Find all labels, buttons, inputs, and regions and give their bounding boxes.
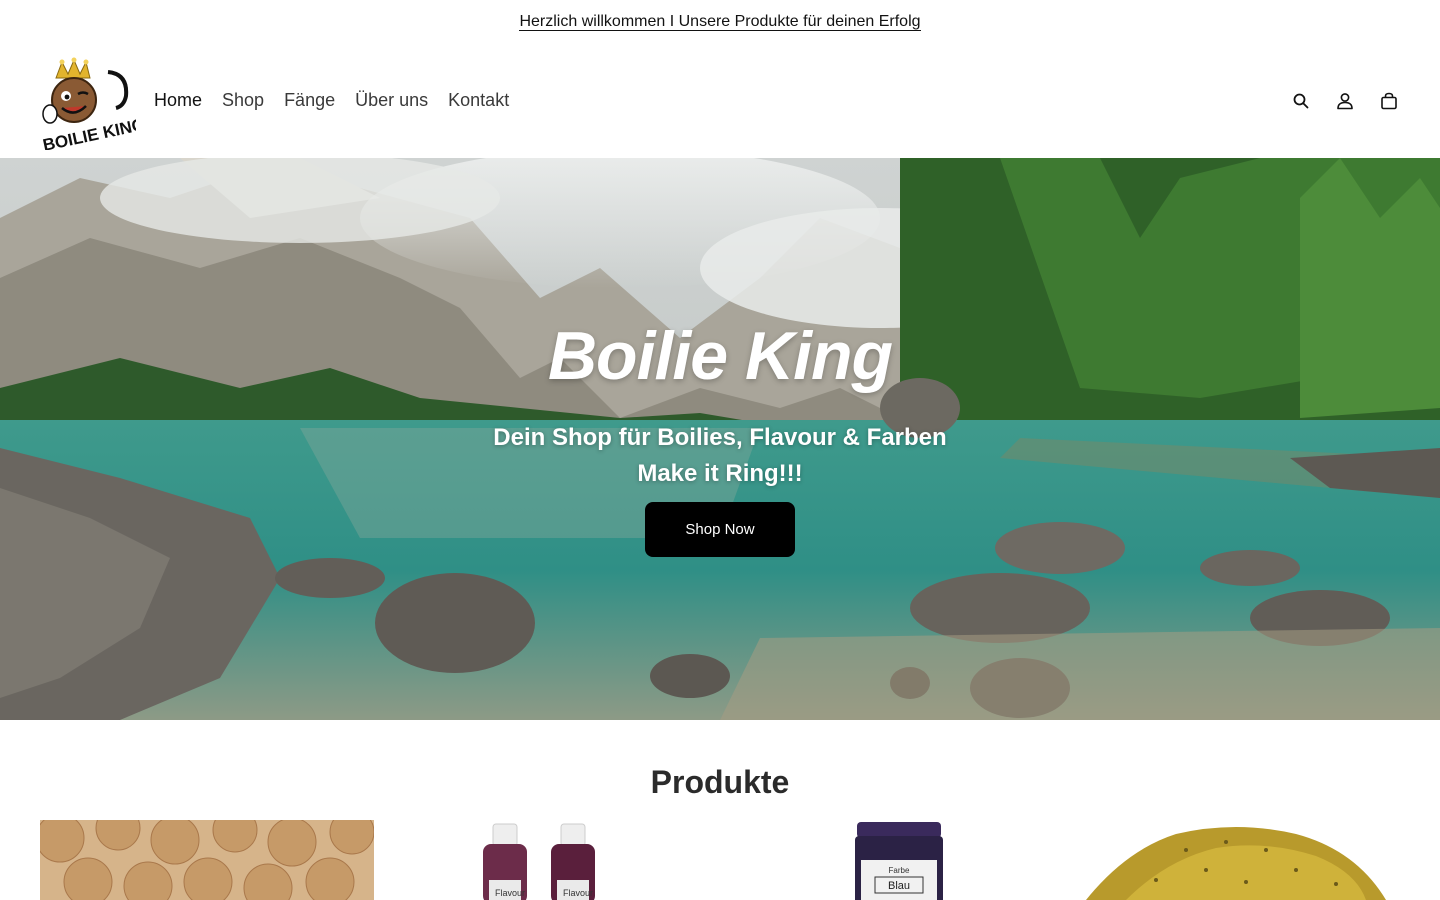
hero-banner: Boilie King Dein Shop für Boilies, Flavo… (0, 158, 1440, 720)
product-image-flavour-bottles: Flavour Flavour (483, 823, 595, 900)
nav-faenge[interactable]: Fänge (284, 90, 335, 111)
header-icons (1290, 90, 1400, 112)
announcement-bar: Herzlich willkommen I Unsere Produkte fü… (0, 0, 1440, 40)
brand-logo[interactable]: BOILIE KING (36, 56, 147, 155)
flavour-label-1: Flavour (495, 888, 525, 898)
product-image-farbe-jar: Farbe Blau (855, 822, 943, 900)
nav-ueber-uns[interactable]: Über uns (355, 90, 428, 111)
main-nav: Home Shop Fänge Über uns Kontakt (154, 90, 529, 111)
announcement-text[interactable]: Herzlich willkommen I Unsere Produkte fü… (519, 13, 921, 31)
product-card-groundbait[interactable] (1066, 820, 1400, 900)
hero-subtitle-line1: Dein Shop für Boilies, Flavour & Farben (493, 424, 947, 451)
hero-title: Boilie King (547, 318, 893, 394)
site-header: BOILIE KING Home Shop Fänge Über uns Kon… (0, 40, 1440, 158)
nav-home[interactable]: Home (154, 90, 202, 111)
nav-shop[interactable]: Shop (222, 90, 264, 111)
product-image-groundbait (1086, 827, 1386, 900)
search-icon[interactable] (1290, 90, 1312, 112)
farbe-label-top: Farbe (889, 866, 910, 875)
product-card-flavour[interactable]: Flavour Flavour (383, 820, 717, 900)
farbe-label: Blau (888, 880, 910, 892)
hero-content: Boilie King Dein Shop für Boilies, Flavo… (0, 158, 1440, 720)
products-heading: Produkte (650, 764, 790, 800)
account-icon[interactable] (1334, 90, 1356, 112)
hero-subtitle: Dein Shop für Boilies, Flavour & Farben … (493, 420, 946, 492)
cart-icon[interactable] (1378, 90, 1400, 112)
product-image-boilies (40, 820, 374, 900)
product-card-boilies[interactable] (40, 820, 374, 900)
flavour-label-2: Flavour (563, 888, 593, 898)
product-card-farbe[interactable]: Farbe Blau (731, 820, 1065, 900)
nav-kontakt[interactable]: Kontakt (448, 90, 509, 111)
hero-subtitle-line2: Make it Ring!!! (637, 460, 803, 487)
shop-now-button[interactable]: Shop Now (645, 502, 795, 557)
